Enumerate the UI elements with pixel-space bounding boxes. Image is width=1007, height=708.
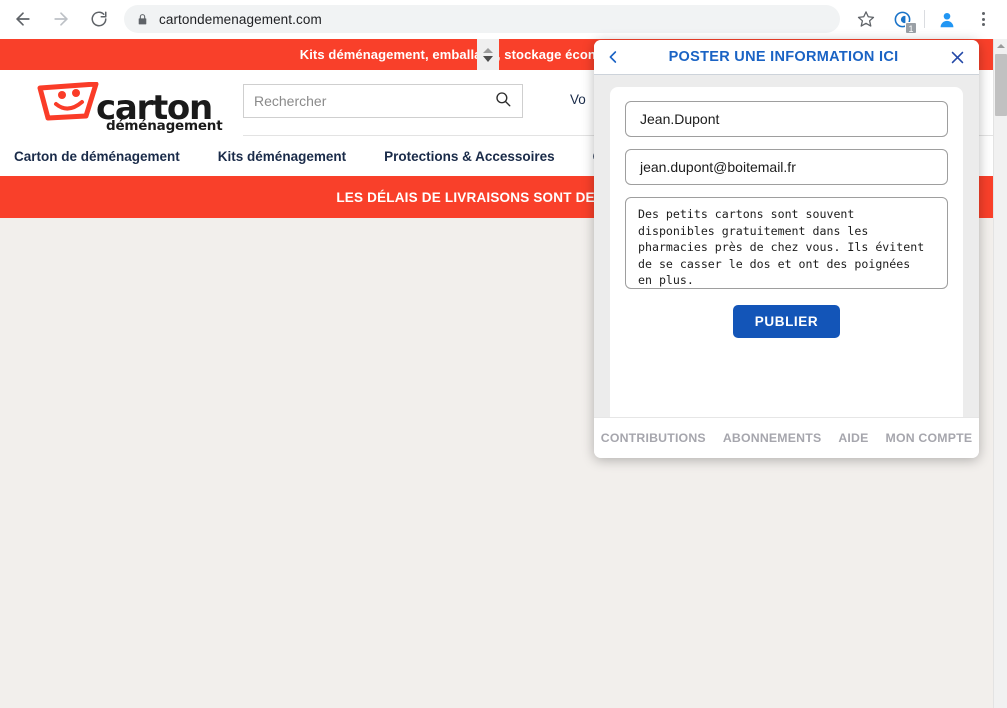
site-logo[interactable]: carton déménagement [26,78,223,134]
browser-forward-button[interactable] [46,4,76,34]
logo-subtitle: déménagement [106,118,223,134]
tab-abonnements[interactable]: ABONNEMENTS [723,431,822,445]
banner-scroll-down-icon[interactable] [483,55,493,62]
kebab-menu-icon[interactable] [969,5,997,33]
email-field[interactable]: jean.dupont@boitemail.fr [625,149,948,185]
publish-button-row: PUBLIER [625,305,948,338]
email-field-value: jean.dupont@boitemail.fr [640,159,796,175]
nav-item-protections-accessoires[interactable]: Protections & Accessoires [384,149,555,164]
modal-title: POSTER UNE INFORMATION ICI [668,49,899,65]
browser-tool-icons: 1 [848,5,1007,34]
url-text: cartondemenagement.com [159,11,322,27]
scrollbar-thumb[interactable] [995,54,1007,116]
banner-scroll-arrows[interactable] [477,39,499,70]
browser-back-button[interactable] [8,4,38,34]
modal-footer-tabs: CONTRIBUTIONS ABONNEMENTS AIDE MON COMPT… [594,417,979,458]
search-icon[interactable] [494,90,512,113]
extension-icon[interactable]: 1 [888,5,917,34]
post-information-modal: POSTER UNE INFORMATION ICI Jean.Dupont j… [594,40,979,458]
profile-avatar-icon[interactable] [933,5,961,33]
extension-badge: 1 [905,22,917,34]
lock-icon [136,12,149,27]
search-input[interactable] [254,93,494,109]
name-field[interactable]: Jean.Dupont [625,101,948,137]
modal-header: POSTER UNE INFORMATION ICI [594,40,979,75]
modal-body: Jean.Dupont jean.dupont@boitemail.fr Des… [594,75,979,417]
modal-form-card: Jean.Dupont jean.dupont@boitemail.fr Des… [610,87,963,417]
banner-scroll-up-icon[interactable] [483,47,493,53]
tab-contributions[interactable]: CONTRIBUTIONS [601,431,706,445]
nav-item-carton-de-demenagement[interactable]: Carton de déménagement [14,149,180,164]
nav-item-kits-demenagement[interactable]: Kits déménagement [218,149,346,164]
message-textarea[interactable]: Des petits cartons sont souvent disponib… [625,197,948,289]
tab-aide[interactable]: AIDE [838,431,868,445]
close-icon[interactable] [935,40,979,75]
tab-mon-compte[interactable]: MON COMPTE [886,431,973,445]
scroll-up-arrow-icon[interactable] [994,39,1007,53]
carton-smiley-logo-icon [34,81,104,127]
toolbar-divider [924,10,925,28]
account-link[interactable]: Vo [570,92,586,107]
screenshot-root: cartondemenagement.com 1 Kits déménageme… [0,0,1007,708]
publish-button[interactable]: PUBLIER [732,305,841,338]
browser-reload-button[interactable] [84,4,114,34]
address-bar[interactable]: cartondemenagement.com [124,5,840,33]
name-field-value: Jean.Dupont [640,111,720,127]
chevron-left-icon[interactable] [594,40,632,75]
browser-toolbar: cartondemenagement.com 1 [0,0,1007,39]
site-search[interactable] [243,84,523,118]
star-icon[interactable] [852,5,880,33]
message-textarea-value: Des petits cartons sont souvent disponib… [638,207,925,288]
page-scrollbar[interactable] [993,39,1007,708]
